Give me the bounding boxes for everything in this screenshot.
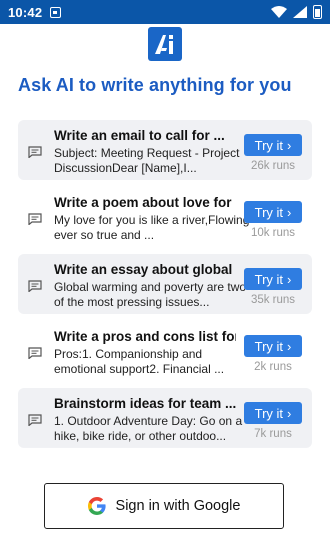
chevron-right-icon: › xyxy=(287,405,292,421)
prompt-card[interactable]: Write an essay about global ... Global wa… xyxy=(18,254,312,314)
chevron-right-icon: › xyxy=(287,271,292,287)
status-bar: 10:42 xyxy=(0,0,330,24)
try-it-button[interactable]: Try it › xyxy=(244,402,302,424)
page-title: Ask AI to write anything for you xyxy=(18,75,292,95)
google-icon xyxy=(87,497,106,515)
run-count: 26k runs xyxy=(250,160,296,172)
message-icon xyxy=(28,280,42,292)
status-time: 10:42 xyxy=(8,4,43,20)
prompt-preview: Pros:1. Companionship and emotional supp… xyxy=(54,347,225,376)
run-count: 2k runs xyxy=(254,361,292,373)
ai-logo-icon xyxy=(148,27,182,61)
prompt-preview: Subject: Meeting Request - Project Discu… xyxy=(54,146,240,175)
message-icon xyxy=(28,213,42,225)
google-signin-button[interactable]: Sign in with Google xyxy=(44,483,284,529)
try-it-button[interactable]: Try it › xyxy=(244,134,302,156)
prompt-title: Brainstorm ideas for team ... xyxy=(54,396,236,411)
message-icon xyxy=(28,414,42,426)
prompt-preview: My love for you is like a river,Flowing … xyxy=(54,213,250,242)
try-it-label: Try it xyxy=(254,137,284,153)
status-icons xyxy=(271,5,322,19)
try-it-label: Try it xyxy=(254,271,284,287)
message-icon xyxy=(28,347,42,359)
run-count: 10k runs xyxy=(250,227,296,239)
prompt-card[interactable]: Brainstorm ideas for team ... 1. Outdoor … xyxy=(18,388,312,448)
prompt-title: Write an essay about global ... xyxy=(54,262,236,277)
try-it-button[interactable]: Try it › xyxy=(244,335,302,357)
prompt-card[interactable]: Write a poem about love for ... My love f… xyxy=(18,187,312,247)
wifi-icon xyxy=(271,6,287,18)
google-signin-label: Sign in with Google xyxy=(115,498,241,514)
try-it-button[interactable]: Try it › xyxy=(244,201,302,223)
signal-icon xyxy=(293,6,307,18)
try-it-label: Try it xyxy=(254,204,284,220)
prompt-card[interactable]: Write a job description for ... xyxy=(18,455,312,468)
run-count: 7k runs xyxy=(254,428,292,440)
chevron-right-icon: › xyxy=(287,137,292,153)
run-count: 35k runs xyxy=(250,294,296,306)
prompt-list[interactable]: Write an email to call for ... Subject: M… xyxy=(18,120,312,468)
prompt-title: Write a pros and cons list for ... xyxy=(54,329,236,344)
prompt-title: Write a poem about love for ... xyxy=(54,195,236,210)
notification-icon xyxy=(50,6,62,18)
try-it-button[interactable]: Try it › xyxy=(244,268,302,290)
try-it-label: Try it xyxy=(254,338,284,354)
prompt-card[interactable]: Write an email to call for ... Subject: M… xyxy=(18,120,312,180)
prompt-title: Write an email to call for ... xyxy=(54,128,225,143)
try-it-label: Try it xyxy=(254,405,284,421)
prompt-title: Write a job description for ... xyxy=(54,462,236,468)
battery-icon xyxy=(313,5,322,19)
prompt-preview: 1. Outdoor Adventure Day: Go on a hike, … xyxy=(54,414,243,443)
chevron-right-icon: › xyxy=(287,204,292,220)
prompt-card[interactable]: Write a pros and cons list for ... Pros:1… xyxy=(18,321,312,381)
chevron-right-icon: › xyxy=(287,338,292,354)
prompt-preview: Global warming and poverty are two of th… xyxy=(54,280,247,309)
message-icon xyxy=(28,146,42,158)
